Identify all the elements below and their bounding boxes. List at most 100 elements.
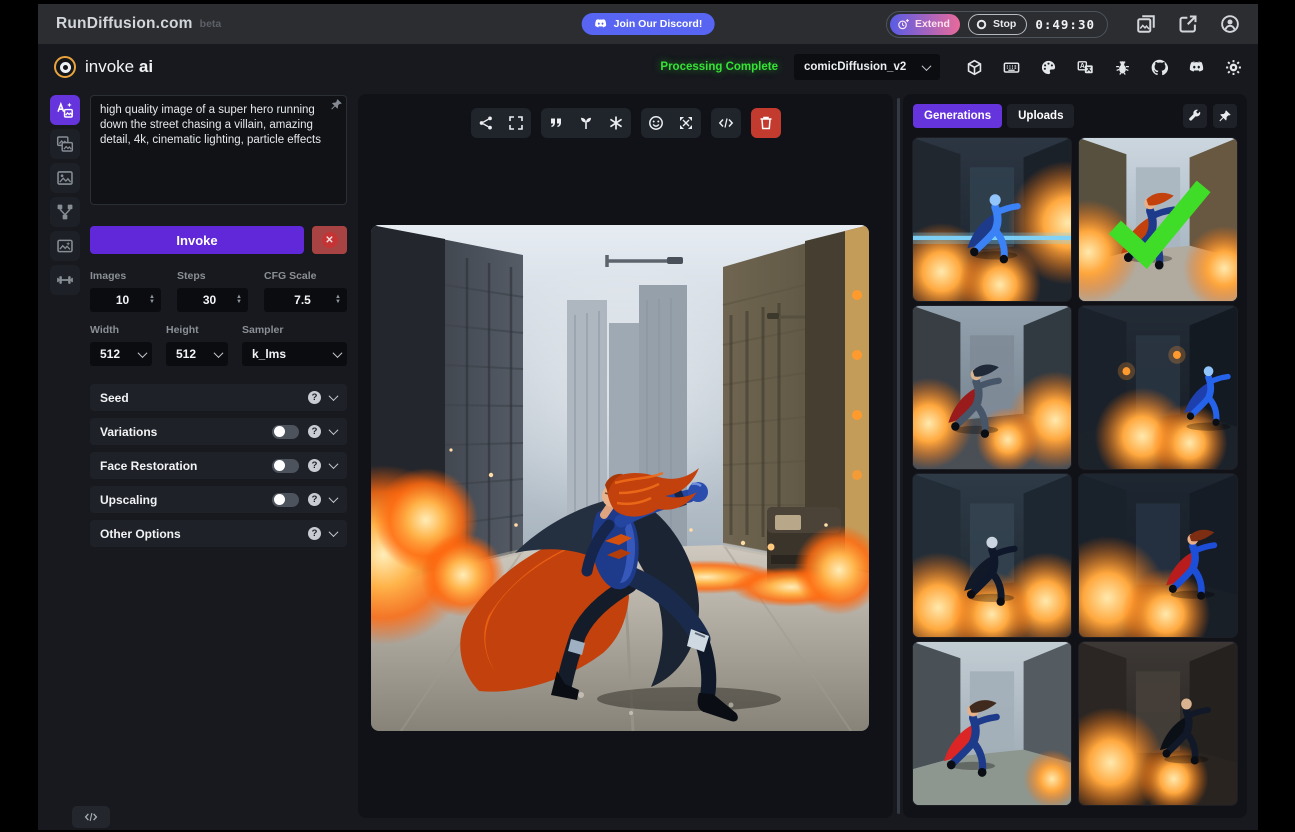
invoke-button[interactable]: Invoke bbox=[90, 226, 304, 254]
toggle-switch[interactable] bbox=[272, 459, 299, 473]
use-seed-button[interactable] bbox=[571, 108, 601, 138]
account-icon[interactable] bbox=[1220, 14, 1240, 34]
pin-icon[interactable] bbox=[330, 98, 343, 111]
sidebar-tab-image-to-image[interactable] bbox=[50, 129, 80, 159]
stepper-icons[interactable]: ▲▼ bbox=[236, 295, 242, 305]
accordion-face-restoration[interactable]: Face Restoration ? bbox=[90, 452, 347, 479]
session-timer: 0:49:30 bbox=[1035, 17, 1095, 32]
sampler-label: Sampler bbox=[242, 324, 347, 336]
images-input[interactable]: 10 ▲▼ bbox=[90, 288, 161, 312]
cancel-x-icon: ✕ bbox=[322, 232, 338, 248]
gallery-thumbnail-selected[interactable] bbox=[1079, 138, 1237, 301]
use-all-button[interactable] bbox=[601, 108, 631, 138]
tab-uploads[interactable]: Uploads bbox=[1007, 104, 1074, 128]
translate-icon[interactable]: A bbox=[1077, 59, 1094, 76]
accordion-upscaling[interactable]: Upscaling ? bbox=[90, 486, 347, 513]
accordion-seed[interactable]: Seed ? bbox=[90, 384, 347, 411]
help-icon[interactable]: ? bbox=[308, 391, 321, 404]
gallery-icon[interactable] bbox=[1136, 14, 1156, 34]
cfg-scale-input[interactable]: 7.5 ▲▼ bbox=[264, 288, 347, 312]
chevron-down-icon[interactable] bbox=[329, 527, 339, 537]
help-icon[interactable]: ? bbox=[308, 527, 321, 540]
gallery-thumbnail[interactable] bbox=[913, 306, 1071, 469]
external-link-icon[interactable] bbox=[1178, 14, 1198, 34]
palette-icon[interactable] bbox=[1040, 59, 1057, 76]
height-label: Height bbox=[166, 324, 228, 336]
chevron-down-icon[interactable] bbox=[329, 391, 339, 401]
invoke-header: invoke ai Processing Complete comicDiffu… bbox=[38, 44, 1258, 90]
prompt-input[interactable]: high quality image of a super hero runni… bbox=[90, 95, 347, 205]
accordion-variations[interactable]: Variations ? bbox=[90, 418, 347, 445]
stepper-icons[interactable]: ▲▼ bbox=[335, 295, 341, 305]
toggle-switch[interactable] bbox=[272, 493, 299, 507]
brand-title: RunDiffusion.com bbox=[56, 15, 193, 33]
chevron-down-icon bbox=[138, 348, 148, 358]
stop-circle-icon bbox=[975, 18, 988, 31]
sampler-select[interactable]: k_lms bbox=[242, 342, 347, 366]
gallery-thumbnail[interactable] bbox=[1079, 306, 1237, 469]
generated-image-art bbox=[371, 225, 869, 731]
status-badge: Processing Complete bbox=[660, 61, 778, 73]
tab-generations[interactable]: Generations bbox=[913, 104, 1002, 128]
chevron-down-icon[interactable] bbox=[329, 493, 339, 503]
keyboard-icon[interactable] bbox=[1003, 59, 1020, 76]
code-button[interactable] bbox=[711, 108, 741, 138]
stop-session-button[interactable]: Stop bbox=[968, 14, 1027, 35]
pin-icon[interactable] bbox=[1213, 104, 1237, 128]
current-image-panel bbox=[358, 94, 893, 818]
console-toggle-button[interactable] bbox=[72, 806, 110, 828]
bug-icon[interactable] bbox=[1114, 59, 1131, 76]
sidebar-tab-unified-canvas[interactable] bbox=[50, 163, 80, 193]
cfg-scale-label: CFG Scale bbox=[264, 270, 347, 282]
sidebar-tab-training[interactable] bbox=[50, 265, 80, 295]
current-image[interactable] bbox=[371, 225, 869, 731]
settings-icon[interactable] bbox=[1225, 59, 1242, 76]
invoke-logo: invoke ai bbox=[54, 56, 153, 78]
accordion-other-options[interactable]: Other Options ? bbox=[90, 520, 347, 547]
share-button[interactable] bbox=[471, 108, 501, 138]
expand-button[interactable] bbox=[501, 108, 531, 138]
gallery-grid bbox=[913, 138, 1237, 805]
sidebar-tab-nodes[interactable] bbox=[50, 197, 80, 227]
gallery-thumbnail[interactable] bbox=[913, 474, 1071, 637]
toggle-switch[interactable] bbox=[272, 425, 299, 439]
help-icon[interactable]: ? bbox=[308, 493, 321, 506]
cube-icon[interactable] bbox=[966, 59, 983, 76]
delete-image-button[interactable] bbox=[751, 108, 781, 138]
chevron-down-icon bbox=[333, 348, 343, 358]
gallery-thumbnail[interactable] bbox=[1079, 474, 1237, 637]
advanced-accordions: Seed ? Variations ? Face Restoration ? U… bbox=[90, 384, 347, 547]
gallery-thumbnail[interactable] bbox=[913, 642, 1071, 805]
chevron-down-icon bbox=[922, 61, 932, 71]
cancel-button[interactable]: ✕ bbox=[312, 226, 347, 254]
height-select[interactable]: 512 bbox=[166, 342, 228, 366]
chevron-down-icon bbox=[214, 348, 224, 358]
face-restore-button[interactable] bbox=[641, 108, 671, 138]
stepper-icons[interactable]: ▲▼ bbox=[149, 295, 155, 305]
help-icon[interactable]: ? bbox=[308, 459, 321, 472]
join-discord-button[interactable]: Join Our Discord! bbox=[582, 13, 715, 35]
mode-tabbar bbox=[50, 95, 80, 295]
panel-resize-handle[interactable] bbox=[897, 98, 900, 814]
sidebar-tab-text-to-image[interactable] bbox=[50, 95, 80, 125]
steps-input[interactable]: 30 ▲▼ bbox=[177, 288, 248, 312]
width-select[interactable]: 512 bbox=[90, 342, 152, 366]
gallery-thumbnail[interactable] bbox=[913, 138, 1071, 301]
extend-session-button[interactable]: Extend bbox=[890, 14, 960, 35]
wrench-icon[interactable] bbox=[1183, 104, 1207, 128]
chevron-down-icon[interactable] bbox=[329, 459, 339, 469]
discord-icon[interactable] bbox=[1188, 59, 1205, 76]
use-prompt-button[interactable] bbox=[541, 108, 571, 138]
images-label: Images bbox=[90, 270, 161, 282]
chevron-down-icon[interactable] bbox=[329, 425, 339, 435]
upscale-button[interactable] bbox=[671, 108, 701, 138]
gallery-tools bbox=[1183, 104, 1237, 128]
gallery-thumbnail[interactable] bbox=[1079, 642, 1237, 805]
help-icon[interactable]: ? bbox=[308, 425, 321, 438]
selected-check-icon bbox=[1098, 160, 1218, 280]
sidebar-tab-post-processing[interactable] bbox=[50, 231, 80, 261]
invoke-logo-icon bbox=[54, 56, 76, 78]
main-area: high quality image of a super hero runni… bbox=[38, 90, 1258, 830]
model-select[interactable]: comicDiffusion_v2 bbox=[794, 54, 940, 80]
github-icon[interactable] bbox=[1151, 59, 1168, 76]
